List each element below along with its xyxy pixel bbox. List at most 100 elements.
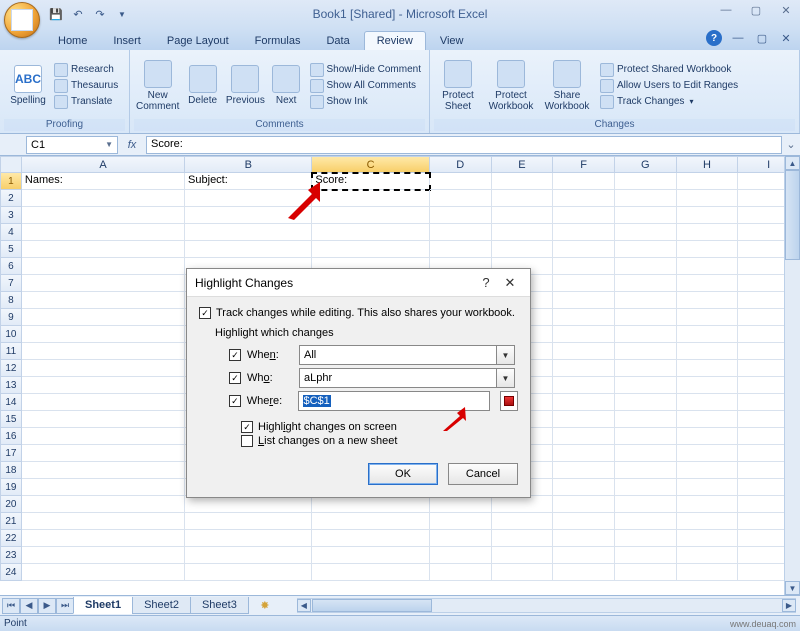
research-button[interactable]: Research [54,63,118,77]
show-ink-button[interactable]: Show Ink [310,95,421,109]
cell[interactable] [553,513,615,530]
cell[interactable] [430,241,492,258]
cell[interactable] [553,173,615,190]
cell[interactable] [22,445,185,462]
close-button[interactable]: ✕ [776,4,796,17]
cell[interactable] [22,241,185,258]
show-all-comments-button[interactable]: Show All Comments [310,79,421,93]
sheet-tab-3[interactable]: Sheet3 [190,597,249,614]
cell[interactable] [677,411,739,428]
cell[interactable] [22,292,185,309]
row-header[interactable]: 11 [0,343,22,360]
cell[interactable] [615,292,677,309]
cell[interactable] [553,547,615,564]
tab-insert[interactable]: Insert [101,32,153,50]
protect-shared-button[interactable]: Protect Shared Workbook [600,63,738,77]
tab-review[interactable]: Review [364,31,426,50]
cell[interactable] [553,224,615,241]
new-sheet-button[interactable]: ✸ [253,599,277,612]
cell[interactable] [22,462,185,479]
cell[interactable] [312,547,429,564]
cell[interactable] [22,411,185,428]
cell[interactable] [615,496,677,513]
row-header[interactable]: 22 [0,530,22,547]
cell[interactable] [312,207,429,224]
cell[interactable] [492,564,554,581]
cell[interactable] [430,547,492,564]
ok-button[interactable]: OK [368,463,438,485]
tab-view[interactable]: View [428,32,476,50]
translate-button[interactable]: Translate [54,95,118,109]
cell[interactable] [615,547,677,564]
cell[interactable]: Names: [22,173,185,190]
cell[interactable] [677,394,739,411]
cell[interactable] [22,479,185,496]
when-dropdown-button[interactable]: ▼ [497,345,515,365]
cell[interactable] [553,530,615,547]
cell[interactable] [185,224,312,241]
cell[interactable] [677,462,739,479]
row-header[interactable]: 16 [0,428,22,445]
cell[interactable] [22,513,185,530]
cell[interactable] [312,564,429,581]
row-header[interactable]: 8 [0,292,22,309]
allow-users-button[interactable]: Allow Users to Edit Ranges [600,79,738,93]
protect-sheet-button[interactable]: Protect Sheet [434,58,482,114]
cell[interactable] [615,173,677,190]
cell[interactable] [553,207,615,224]
restore-workbook-icon[interactable]: ▢ [754,30,770,46]
fx-icon[interactable]: fx [118,139,146,151]
expand-formula-icon[interactable]: ⌄ [782,138,800,151]
cell[interactable] [430,190,492,207]
dialog-close-button[interactable]: ✕ [498,275,522,291]
share-workbook-button[interactable]: Share Workbook [540,58,594,114]
cell[interactable] [22,224,185,241]
cell[interactable] [553,326,615,343]
cell[interactable] [312,224,429,241]
cell[interactable] [492,224,554,241]
cell[interactable] [22,258,185,275]
row-header[interactable]: 4 [0,224,22,241]
cell[interactable] [615,224,677,241]
cell[interactable] [22,343,185,360]
track-changes-checkbox[interactable]: ✓ [199,307,211,319]
col-header-e[interactable]: E [492,156,554,173]
cell[interactable] [677,479,739,496]
cell[interactable] [553,241,615,258]
cell[interactable] [677,207,739,224]
who-dropdown[interactable]: aLphr [299,368,497,388]
cell[interactable] [22,394,185,411]
row-header[interactable]: 15 [0,411,22,428]
cell[interactable] [677,224,739,241]
cell[interactable] [312,530,429,547]
sheet-tab-1[interactable]: Sheet1 [73,597,133,614]
cell[interactable] [677,513,739,530]
cell[interactable] [553,462,615,479]
cell[interactable]: Score: [312,173,429,190]
tab-nav-prev[interactable]: ◀ [20,598,38,614]
cell[interactable] [615,258,677,275]
show-hide-comment-button[interactable]: Show/Hide Comment [310,63,421,77]
cell[interactable] [430,564,492,581]
cell[interactable] [615,343,677,360]
cell[interactable] [553,343,615,360]
scroll-thumb[interactable] [785,170,800,260]
cell[interactable] [615,530,677,547]
sheet-tab-2[interactable]: Sheet2 [132,597,191,614]
cell[interactable] [615,394,677,411]
row-header[interactable]: 5 [0,241,22,258]
cell[interactable] [615,309,677,326]
col-header-h[interactable]: H [677,156,739,173]
cell[interactable] [553,258,615,275]
tab-nav-first[interactable]: ⏮ [2,598,20,614]
col-header-a[interactable]: A [22,156,185,173]
cell[interactable] [677,360,739,377]
cell[interactable] [615,445,677,462]
cell[interactable] [430,224,492,241]
cell[interactable] [677,258,739,275]
row-header[interactable]: 20 [0,496,22,513]
tab-formulas[interactable]: Formulas [243,32,313,50]
cell[interactable] [22,377,185,394]
horizontal-scrollbar[interactable]: ◀ ▶ [297,598,796,613]
redo-icon[interactable]: ↷ [90,4,110,24]
